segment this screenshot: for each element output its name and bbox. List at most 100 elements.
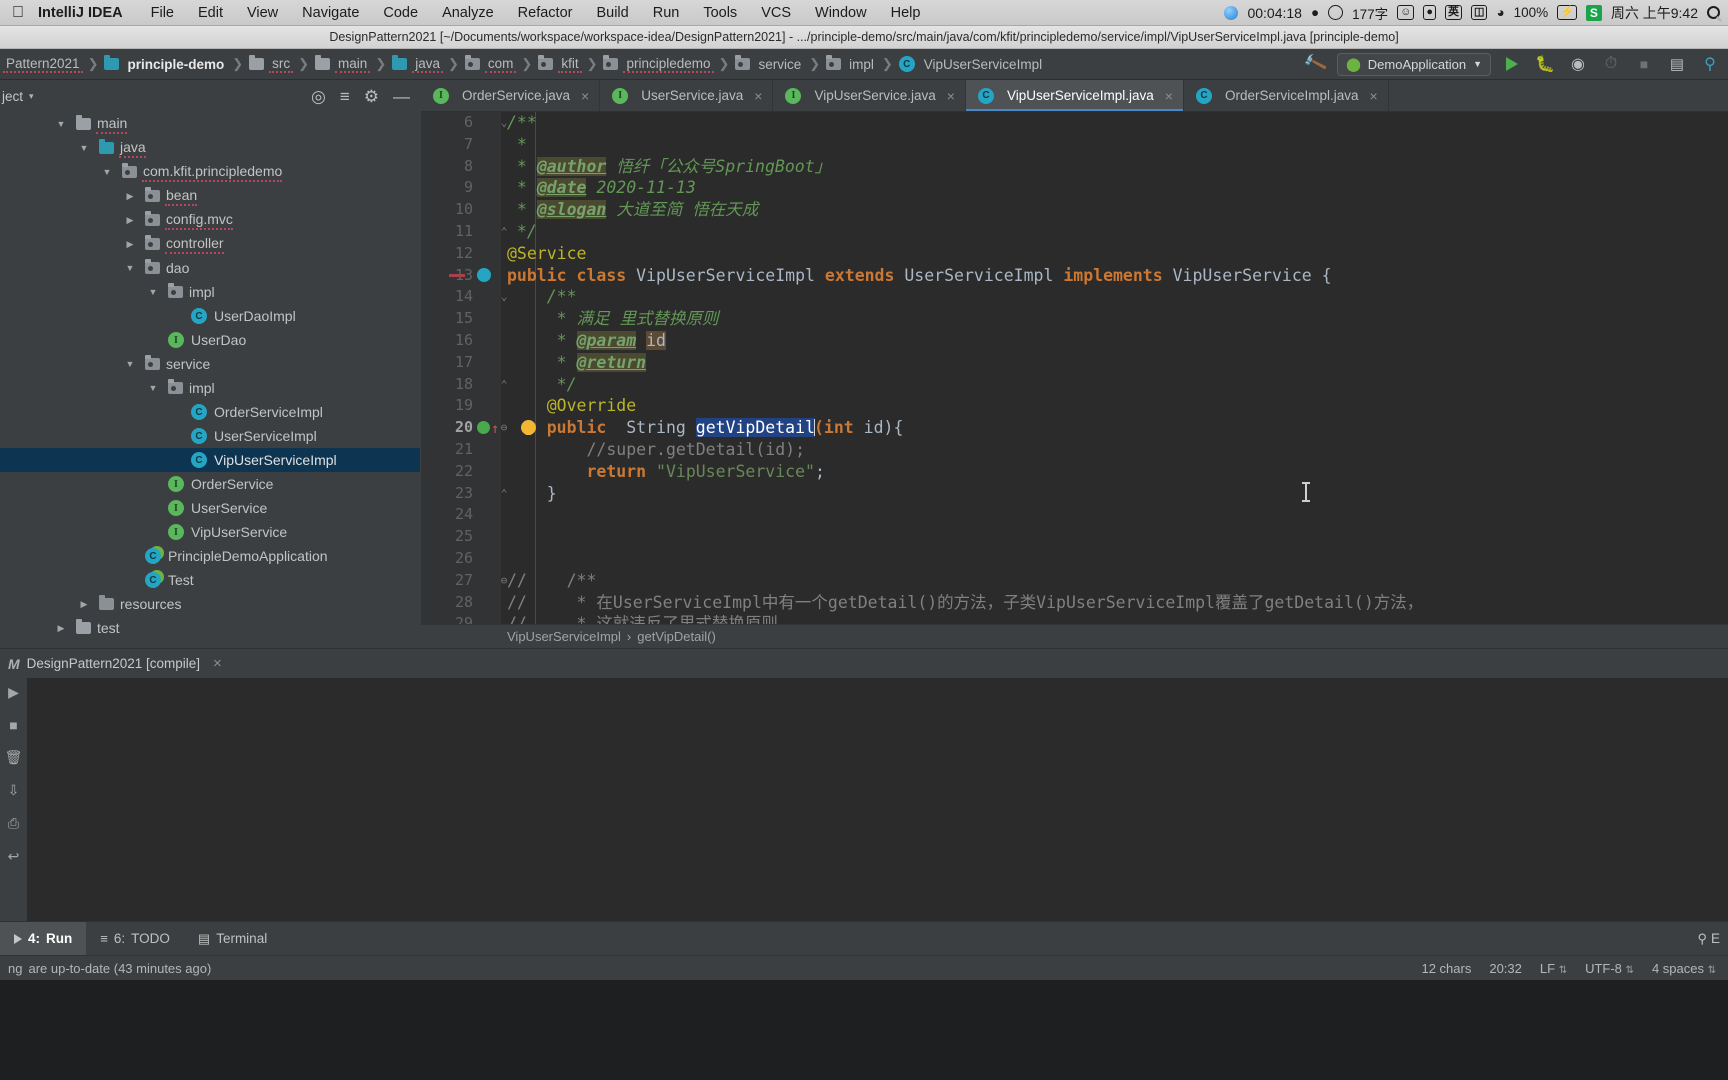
breadcrumb-current-class[interactable]: VipUserServiceImpl [507,629,621,644]
file-encoding[interactable]: UTF-8 ⇅ [1585,961,1634,976]
indent-setting[interactable]: 4 spaces ⇅ [1652,961,1716,976]
menu-file[interactable]: File [139,5,186,21]
breadcrumb-module[interactable]: principle-demo [101,55,229,72]
event-log-icon[interactable]: ⚲ [1697,931,1707,947]
menu-edit[interactable]: Edit [186,5,235,21]
editor-tab-vipuserserviceimpl[interactable]: C VipUserServiceImpl.java × [965,80,1184,111]
line-separator[interactable]: LF ⇅ [1540,961,1567,976]
code-line-14[interactable]: 14 ⌄ /** [421,286,1728,308]
menu-vcs[interactable]: VCS [749,5,803,21]
soft-wrap-icon[interactable]: ↩ [8,848,20,865]
fold-close-icon[interactable]: ⌃ [498,221,510,243]
scroll-to-end-icon[interactable]: ⇩ [8,782,20,799]
run-with-coverage-button[interactable]: ◉ [1566,52,1590,76]
project-toolwindow-title[interactable]: ject [2,89,23,104]
breadcrumb-current-method[interactable]: getVipDetail() [637,629,716,644]
search-everywhere-icon[interactable]: ⚲ [1698,52,1722,76]
event-log-label[interactable]: E [1711,931,1720,946]
close-icon[interactable]: × [754,88,762,104]
timer-status[interactable]: 00:04:18 [1247,5,1302,21]
collapse-all-icon[interactable]: ≡ [340,88,350,105]
locate-icon[interactable]: ◎ [311,88,326,105]
chevron-down-icon[interactable]: ▼ [123,263,137,273]
breadcrumb-project[interactable]: Pattern2021 [0,56,85,73]
fold-open-icon[interactable]: ⊖ [498,570,510,592]
breadcrumb-class[interactable]: C VipUserServiceImpl [896,56,1047,72]
breadcrumb-impl[interactable]: impl [823,55,879,72]
tree-item-com-kfit-principledemo[interactable]: ▼ com.kfit.principledemo [0,160,420,184]
code-line-7[interactable]: 7 * [421,134,1728,156]
chevron-down-icon[interactable]: ▼ [146,383,160,393]
menu-build[interactable]: Build [584,5,640,21]
print-icon[interactable]: ⎙ [8,815,19,832]
breadcrumb-com[interactable]: com [462,55,519,73]
editor-code-area[interactable]: 6 ⌄/** 7 * 8 * @author 悟纤「公众号SpringBoot」 9 *… [421,112,1728,624]
rerun-icon[interactable]: ▶ [8,684,19,701]
menu-app-name[interactable]: IntelliJ IDEA [38,5,139,21]
spotlight-search-icon[interactable] [1707,6,1720,19]
apple-menu-icon[interactable]:  [0,4,38,21]
tree-item-impl[interactable]: ▼ impl [0,280,420,304]
spring-bean-gutter-icon[interactable] [477,267,491,282]
status-message[interactable]: are up-to-date (43 minutes ago) [22,961,211,976]
tree-item-dao[interactable]: ▼ dao [0,256,420,280]
tree-item-java[interactable]: ▼ java [0,136,420,160]
tree-item-userdaoimpl[interactable]: ▶ C UserDaoImpl [0,304,420,328]
chevron-down-icon[interactable]: ▼ [54,119,68,129]
code-line-26[interactable]: 26 [421,548,1728,570]
chevron-down-icon[interactable]: ▼ [77,143,91,153]
menu-help[interactable]: Help [879,5,933,21]
tree-item-config-mvc[interactable]: ▶ config.mvc [0,208,420,232]
tree-item-principledemoapplication[interactable]: ▶ C PrincipleDemoApplication [0,544,420,568]
code-editor[interactable]: 6 ⌄/** 7 * 8 * @author 悟纤「公众号SpringBoot」 9 *… [421,112,1728,624]
code-line-11[interactable]: 11 ⌃ */ [421,221,1728,243]
chevron-right-icon[interactable]: ▶ [123,239,137,250]
keyboard-icon[interactable]: ◫ [1471,5,1488,20]
tree-item-resources[interactable]: ▶ resources [0,592,420,616]
project-tree[interactable]: ▼ main ▼ java ▼ com.kfit.principledemo ▶ bean ▶ c… [0,112,420,648]
profiler-button[interactable]: ⏱ [1599,52,1623,76]
menu-navigate[interactable]: Navigate [290,5,371,21]
menu-view[interactable]: View [235,5,290,21]
code-line-24[interactable]: 24 [421,504,1728,526]
code-line-28[interactable]: 28 // * 在UserServiceImpl中有一个getDetail()的方… [421,592,1728,614]
menu-window[interactable]: Window [803,5,879,21]
build-hammer-icon[interactable]: 🔨 [1302,51,1328,76]
tree-item-bean[interactable]: ▶ bean [0,184,420,208]
breadcrumb-service[interactable]: service [732,55,806,72]
code-line-22[interactable]: 22 return "VipUserService"; [421,461,1728,483]
chevron-down-icon[interactable]: ▼ [123,359,137,369]
breadcrumb-java[interactable]: java [389,55,445,73]
stop-icon[interactable]: ■ [9,717,17,733]
tree-item-service[interactable]: ▼ service [0,352,420,376]
chevron-down-icon[interactable]: ▼ [146,287,160,297]
fold-open-icon[interactable]: ⌄ [498,286,510,308]
run-toolwindow-title[interactable]: DesignPattern2021 [compile] [27,656,200,671]
tool-button-terminal[interactable]: ▤ Terminal [184,922,281,955]
tree-item-controller[interactable]: ▶ controller [0,232,420,256]
tree-item-impl[interactable]: ▼ impl [0,376,420,400]
breadcrumb-src[interactable]: src [246,55,295,73]
battery-percent[interactable]: 100% [1514,5,1549,20]
chevron-right-icon[interactable]: ▶ [123,215,137,226]
tree-item-orderservice[interactable]: ▶ I OrderService [0,472,420,496]
code-line-27[interactable]: 27 ⊖// /** [421,570,1728,592]
chevron-down-icon[interactable]: ▼ [100,167,114,177]
code-line-29[interactable]: 29 // * 这就违反了里式替换原则。 [421,613,1728,624]
input-method-icon[interactable]: 英 [1445,5,1463,20]
layout-button[interactable]: ▤ [1665,52,1689,76]
code-line-6[interactable]: 6 ⌄/** [421,112,1728,134]
editor-tab-userservice[interactable]: I UserService.java × [600,80,774,111]
menu-analyze[interactable]: Analyze [430,5,506,21]
blue-dot-icon[interactable] [1224,5,1239,20]
fold-close-icon[interactable]: ⌃ [498,483,510,505]
code-line-20[interactable]: 20 ↑ ⊖ public String getVipDetail(int id){ [421,417,1728,439]
breadcrumb-principledemo[interactable]: principledemo [600,55,715,73]
tree-item-vipuserserviceimpl[interactable]: ▶ C VipUserServiceImpl [0,448,420,472]
close-icon[interactable]: × [213,655,222,672]
code-line-9[interactable]: 9 * @date 2020-11-13 [421,177,1728,199]
code-line-13[interactable]: 13 public class VipUserServiceImpl extend… [421,265,1728,287]
tree-item-test[interactable]: ▶ C Test [0,568,420,592]
close-icon[interactable]: × [581,88,589,104]
implementing-method-gutter-icon[interactable] [477,421,490,435]
